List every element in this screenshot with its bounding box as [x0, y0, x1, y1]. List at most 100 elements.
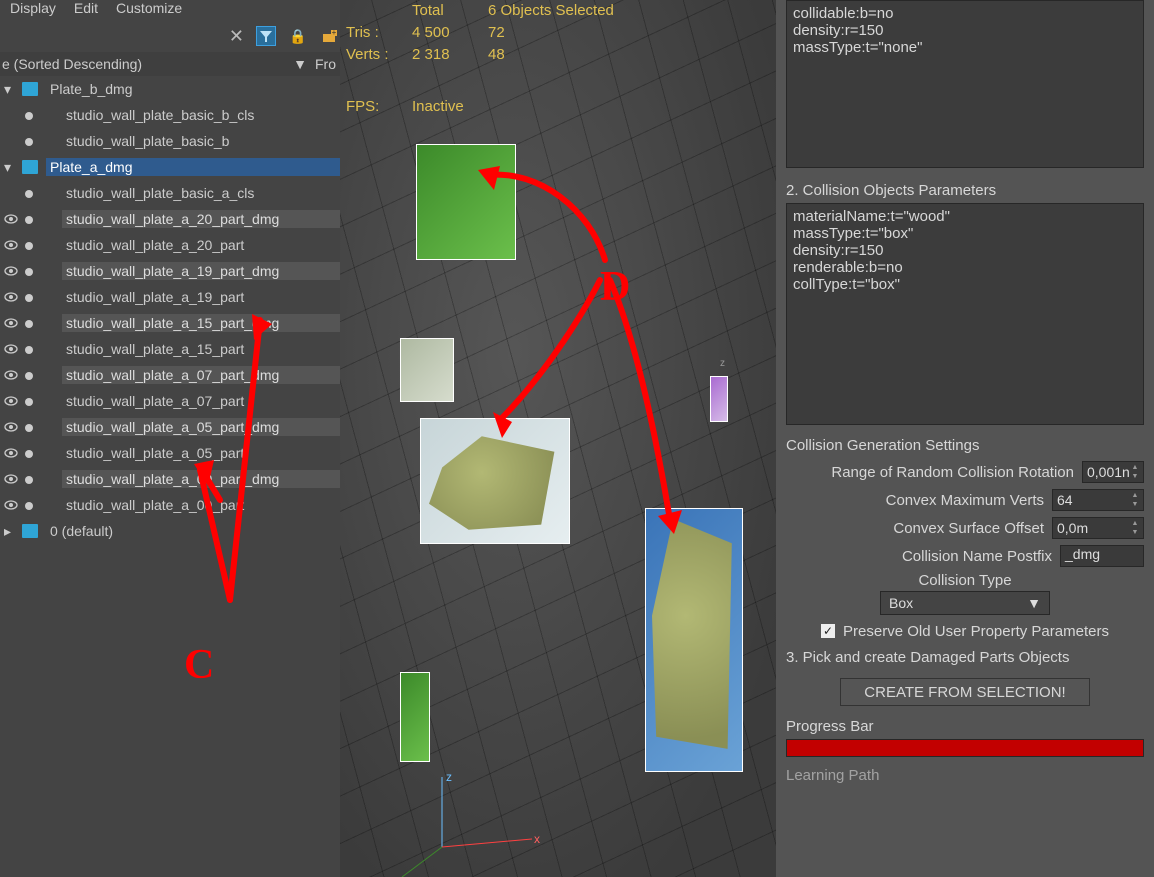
- visibility-icon[interactable]: [4, 445, 18, 461]
- freeze-icon[interactable]: [22, 263, 36, 279]
- collision-type-label: Collision Type: [786, 570, 1144, 589]
- tree-item[interactable]: studio_wall_plate_basic_b: [0, 128, 340, 154]
- filter-icon[interactable]: [256, 26, 276, 46]
- postfix-value: _dmg: [1065, 546, 1100, 562]
- menu-customize[interactable]: Customize: [116, 0, 182, 20]
- tree-item[interactable]: studio_wall_plate_a_15_part: [0, 336, 340, 362]
- expand-toggle-icon[interactable]: ▾: [4, 81, 18, 98]
- preserve-checkbox[interactable]: ✓: [821, 624, 835, 638]
- tree-item[interactable]: studio_wall_plate_basic_b_cls: [0, 102, 340, 128]
- tree-item[interactable]: studio_wall_plate_a_07_part: [0, 388, 340, 414]
- plate-object[interactable]: [420, 418, 570, 544]
- max-verts-label: Convex Maximum Verts: [786, 492, 1044, 509]
- visibility-icon[interactable]: [4, 367, 18, 383]
- visibility-icon[interactable]: [4, 211, 18, 227]
- axis-gizmo: z x: [402, 767, 482, 847]
- freeze-icon[interactable]: [22, 211, 36, 227]
- layer-icon: [22, 82, 38, 96]
- max-verts-value: 64: [1057, 492, 1073, 508]
- surf-off-value: 0,0m: [1057, 520, 1088, 536]
- visibility-icon[interactable]: [4, 497, 18, 513]
- freeze-icon[interactable]: [22, 497, 36, 513]
- tree-item[interactable]: studio_wall_plate_a_07_part_dmg: [0, 362, 340, 388]
- section-collision-params: 2. Collision Objects Parameters: [776, 178, 1154, 203]
- visibility-icon[interactable]: [4, 263, 18, 279]
- tree-item[interactable]: studio_wall_plate_basic_a_cls: [0, 180, 340, 206]
- visibility-icon[interactable]: [4, 341, 18, 357]
- visibility-icon[interactable]: [4, 393, 18, 409]
- tree-item-label: studio_wall_plate_a_07_part_dmg: [62, 366, 340, 384]
- visibility-icon[interactable]: [4, 315, 18, 331]
- tree-item-label: studio_wall_plate_a_15_part_dmg: [62, 314, 340, 332]
- lock-icon[interactable]: 🔒: [288, 26, 308, 46]
- visibility-icon[interactable]: [4, 237, 18, 253]
- tree-item-label: studio_wall_plate_a_07_part: [62, 392, 340, 410]
- freeze-icon[interactable]: [22, 393, 36, 409]
- surf-off-label: Convex Surface Offset: [786, 520, 1044, 537]
- freeze-icon[interactable]: [22, 367, 36, 383]
- visibility-icon[interactable]: [4, 289, 18, 305]
- plate-object[interactable]: [645, 508, 743, 772]
- freeze-icon[interactable]: [22, 133, 36, 149]
- rand-rot-spinner[interactable]: 0,001n ▲▼: [1082, 461, 1144, 483]
- freeze-icon[interactable]: [22, 237, 36, 253]
- tree-item-label: studio_wall_plate_a_05_part: [62, 444, 340, 462]
- plate-object[interactable]: [400, 672, 430, 762]
- layer-row[interactable]: ▾Plate_b_dmg: [0, 76, 340, 102]
- collision-params-box[interactable]: materialName:t="wood" massType:t="box" d…: [786, 203, 1144, 425]
- freeze-icon[interactable]: [22, 471, 36, 487]
- create-from-selection-button[interactable]: CREATE FROM SELECTION!: [840, 678, 1090, 706]
- freeze-icon[interactable]: [22, 185, 36, 201]
- surf-off-spinner[interactable]: 0,0m ▲▼: [1052, 517, 1144, 539]
- freeze-icon[interactable]: [22, 419, 36, 435]
- freeze-icon[interactable]: [22, 289, 36, 305]
- tree-item[interactable]: studio_wall_plate_a_19_part_dmg: [0, 258, 340, 284]
- freeze-icon[interactable]: [22, 445, 36, 461]
- tree-item[interactable]: studio_wall_plate_a_20_part: [0, 232, 340, 258]
- close-icon[interactable]: ✕: [229, 26, 244, 47]
- plate-object[interactable]: [416, 144, 516, 260]
- tree-item[interactable]: studio_wall_plate_a_19_part: [0, 284, 340, 310]
- tree-item-label: studio_wall_plate_a_20_part_dmg: [62, 210, 340, 228]
- scene-tree[interactable]: ▾Plate_b_dmgstudio_wall_plate_basic_b_cl…: [0, 76, 340, 877]
- tree-item[interactable]: studio_wall_plate_a_05_part_dmg: [0, 414, 340, 440]
- freeze-icon[interactable]: [22, 315, 36, 331]
- menu-display[interactable]: Display: [10, 0, 56, 20]
- tree-item-label: studio_wall_plate_a_19_part_dmg: [62, 262, 340, 280]
- object-params-box[interactable]: collidable:b=no density:r=150 massType:t…: [786, 0, 1144, 168]
- visibility-icon[interactable]: [4, 419, 18, 435]
- collision-type-dropdown[interactable]: Box ▼: [880, 591, 1050, 615]
- plate-object[interactable]: [400, 338, 454, 402]
- tree-item[interactable]: studio_wall_plate_a_00_part: [0, 492, 340, 518]
- postfix-input[interactable]: _dmg: [1060, 545, 1144, 567]
- tree-item-label: studio_wall_plate_a_20_part: [62, 236, 340, 254]
- expand-toggle-icon[interactable]: ▾: [4, 159, 18, 176]
- tree-item-label: studio_wall_plate_basic_a_cls: [62, 184, 340, 202]
- tree-item[interactable]: studio_wall_plate_a_05_part: [0, 440, 340, 466]
- tree-item[interactable]: studio_wall_plate_a_00_part_dmg: [0, 466, 340, 492]
- sort-header[interactable]: e (Sorted Descending) ▼ Fro: [0, 52, 340, 76]
- rand-rot-value: 0,001n: [1087, 464, 1130, 480]
- max-verts-spinner[interactable]: 64 ▲▼: [1052, 489, 1144, 511]
- visibility-icon[interactable]: [4, 471, 18, 487]
- add-layer-icon[interactable]: +: [320, 26, 340, 46]
- plate-object[interactable]: [710, 376, 728, 422]
- progress-label: Progress Bar: [776, 714, 1154, 735]
- explorer-toolbar: ✕ 🔒 +: [0, 20, 340, 52]
- tree-item[interactable]: studio_wall_plate_a_15_part_dmg: [0, 310, 340, 336]
- postfix-label: Collision Name Postfix: [786, 548, 1052, 565]
- scene-explorer-panel: Display Edit Customize ✕ 🔒 + e (Sorted D…: [0, 0, 340, 877]
- freeze-icon[interactable]: [22, 341, 36, 357]
- tree-item-label: studio_wall_plate_a_00_part: [62, 496, 340, 514]
- tree-item-label: studio_wall_plate_a_19_part: [62, 288, 340, 306]
- expand-toggle-icon[interactable]: ▸: [4, 523, 18, 540]
- menu-edit[interactable]: Edit: [74, 0, 98, 20]
- freeze-icon[interactable]: [22, 107, 36, 123]
- layer-icon: [22, 524, 38, 538]
- layer-row[interactable]: ▾Plate_a_dmg: [0, 154, 340, 180]
- layer-row[interactable]: ▸0 (default): [0, 518, 340, 544]
- menubar: Display Edit Customize: [0, 0, 340, 20]
- frozen-column: Fro: [315, 56, 336, 72]
- tree-item[interactable]: studio_wall_plate_a_20_part_dmg: [0, 206, 340, 232]
- viewport[interactable]: Total6 Objects SelectedTris :4 50072Vert…: [340, 0, 776, 877]
